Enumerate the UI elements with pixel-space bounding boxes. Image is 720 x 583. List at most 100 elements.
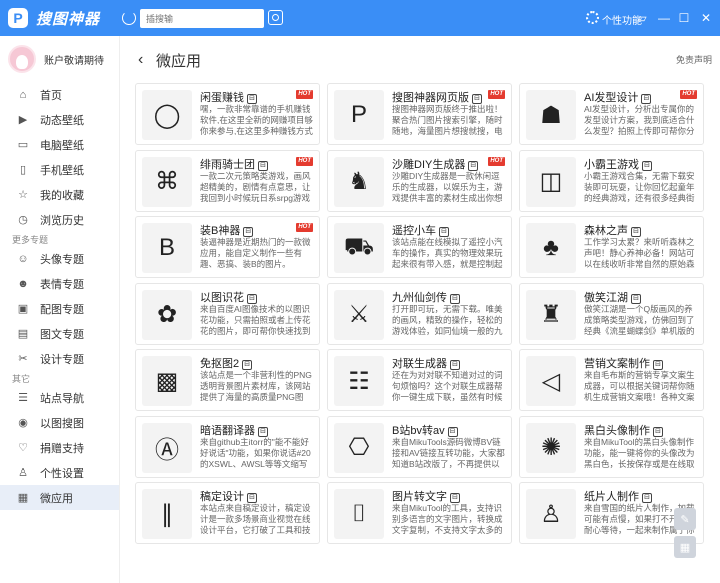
sidebar-item[interactable]: ☺ 头像专题 <box>0 246 119 271</box>
app-card-description: 嘿，一款非常靠谱的手机赚钱软件,在这里全新的网赚项目够你来参与,在这里多种赚钱方… <box>200 104 313 136</box>
app-card[interactable]: P 搜图神器网页版 ⊟ HOT 搜图神器网页版终于推出啦！聚合热门图片搜索引擎，随时随地… <box>327 83 512 145</box>
sidebar-item[interactable]: ▣ 配图专题 <box>0 296 119 321</box>
app-card-title: 小霸王游戏 ⊟ <box>584 156 652 172</box>
app-card[interactable]: B 装B神器 ⊟ HOT 装逼神器是近期热门的一款微应用，能自定义制作一些有趣、恶搞、装… <box>135 216 320 278</box>
sidebar-item[interactable]: ♙ 个性设置 <box>0 460 119 485</box>
app-card-title: AI发型设计 ⊟ <box>584 89 652 105</box>
star-icon: ☆ <box>18 189 28 201</box>
design-tools-icon: ∥ <box>142 489 192 539</box>
app-card[interactable]: Ⓐ 暗语翻译器 ⊟ 来自github主itorr的"能不能好好说话"功能，如果你说话#… <box>135 415 320 478</box>
app-card-name: 以图识花 <box>200 291 244 304</box>
app-tag-icon: ⊟ <box>447 426 458 437</box>
avatar[interactable] <box>8 45 36 73</box>
app-card[interactable]: ⎔ B站bv转av ⊟ 来自MikuTools源码微博BV链接和AV链接互转功能，大家… <box>327 415 512 478</box>
sidebar-item-label: 我的收藏 <box>40 189 84 202</box>
sidebar-item-label: 站点导航 <box>40 392 84 405</box>
sidebar-item[interactable]: ☆ 我的收藏 <box>0 182 119 207</box>
image-search-icon[interactable] <box>268 10 283 25</box>
app-card[interactable]: ◯ 闲蛋赚钱 ⊟ HOT 嘿，一款非常靠谱的手机赚钱软件,在这里全新的网赚项目够你来参与… <box>135 83 320 145</box>
app-card[interactable]: ⚔ 九州仙剑传 ⊟ 打开即可玩，无需下载。唯美的画风，精致的操作，轻松的游戏体验，如同… <box>327 282 512 345</box>
app-tag-icon: ⊟ <box>642 160 652 171</box>
maximize-icon[interactable]: ☐ <box>676 10 692 26</box>
app-tag-icon: ⊟ <box>641 94 652 104</box>
app-card-name: 九州仙剑传 <box>392 291 447 304</box>
sidebar-item[interactable]: ▶ 动态壁纸 <box>0 107 119 132</box>
sidebar-item[interactable]: ◷ 浏览历史 <box>0 207 119 232</box>
app-card-title: 营销文案制作 ⊟ <box>584 355 663 371</box>
disclaimer-link[interactable]: 免责声明 <box>676 53 712 66</box>
minimize-icon[interactable]: — <box>656 10 672 26</box>
blackwhite-icon: ✺ <box>526 422 576 473</box>
sidebar-item-label: 电脑壁纸 <box>40 139 84 152</box>
skin-icon[interactable]: ▱ <box>634 10 650 26</box>
sidebar-item[interactable]: ▦ 微应用 <box>0 485 119 510</box>
refresh-icon[interactable] <box>122 11 136 25</box>
section-more-topics: 更多专题 <box>12 234 49 245</box>
search-input[interactable] <box>140 9 264 28</box>
sidebar-item[interactable]: ☰ 站点导航 <box>0 385 119 410</box>
app-card-title: 装B神器 ⊟ <box>200 222 254 238</box>
app-card[interactable]: ▩ 免抠图2 ⊟ 该站点是一个非营利性的PNG透明背景图片素材库，该网站提供了海量的高… <box>135 349 320 411</box>
bilibili-icon: ⎔ <box>334 422 384 473</box>
app-card[interactable]: ♣ 森林之声 ⊟ 工作学习太累？来听听森林之声吧！静心养神必备！网站可以在线收听非常自… <box>519 216 704 278</box>
article-icon: ▤ <box>17 328 29 340</box>
app-card-description: 来自MikuTool的工具，支持识别多语言的文字图片，转换成文字复制，不支持文字… <box>392 503 503 535</box>
app-card-title: 黑白头像制作 ⊟ <box>584 422 663 438</box>
sidebar-item[interactable]: ⌂ 首页 <box>0 82 119 107</box>
sidebar-item[interactable]: ▤ 图文专题 <box>0 321 119 346</box>
hot-badge: HOT <box>296 156 313 166</box>
sidebar-item[interactable]: ♡ 捐赠支持 <box>0 435 119 460</box>
app-card[interactable]: ∥ 稿定设计 ⊟ 本站点来自稿定设计，稿定设计是一款多场景商业视觉在线设计平台，它打破… <box>135 482 320 544</box>
app-title: 搜图神器 <box>36 10 101 28</box>
sidebar-item[interactable]: ✂ 设计专题 <box>0 346 119 371</box>
back-button[interactable]: ‹ <box>138 51 143 69</box>
settings-gear-icon[interactable] <box>586 11 599 24</box>
app-card[interactable]: ⌷ 图片转文字 ⊟ 来自MikuTool的工具，支持识别多语言的文字图片，转换成文字复… <box>327 482 512 544</box>
page-title: 微应用 <box>156 53 202 70</box>
app-card[interactable]: ♞ 沙雕DIY生成器 ⊟ HOT 沙雕DIY生成器是一款休闲逗乐的生成器，以娱乐为主，游… <box>327 149 512 212</box>
gamepad-icon: ⌘ <box>142 156 192 207</box>
scroll-top-icon[interactable]: ▦ <box>674 536 696 558</box>
app-card[interactable]: ☷ 对联生成器 ⊟ 还在为对对联不知道对过的词句烦恼吗？这个对联生成器帮你一键生成下联… <box>327 349 512 411</box>
app-card-name: 绯雨骑士团 <box>200 158 255 171</box>
app-card[interactable]: ⌘ 绯雨骑士团 ⊟ HOT 一款二次元策略类游戏，画风超精美的，剧情有点意思，让我回到小… <box>135 149 320 212</box>
martial-icon: ♜ <box>526 289 576 340</box>
app-card-description: 该站点是一个非营利性的PNG透明背景图片素材库，该网站提供了海量的高质量PNG图… <box>200 370 312 402</box>
sidebar-item[interactable]: ◉ 以图搜图 <box>0 410 119 435</box>
sidebar-item[interactable]: ☻ 表情专题 <box>0 271 119 296</box>
sidebar-item[interactable]: ▭ 电脑壁纸 <box>0 132 119 157</box>
site-icon: ☰ <box>18 392 28 404</box>
app-card-name: B站bv转av <box>392 424 445 437</box>
monitor-icon: ▭ <box>17 139 29 151</box>
app-tag-icon: ⊟ <box>653 426 663 437</box>
video-icon: ▶ <box>18 114 28 126</box>
couplet-icon: ☷ <box>334 356 384 406</box>
feedback-icon[interactable]: ✎ <box>674 508 696 530</box>
app-card[interactable]: ✺ 黑白头像制作 ⊟ 来自MikuTool的黑白头像制作功能，能一键将你的头像改为黑白… <box>519 415 704 478</box>
app-tag-icon: ⊟ <box>258 160 268 171</box>
user-profile[interactable]: 账户敬请期待 <box>0 36 119 82</box>
app-card-description: 来自MikuTools源码微博BV链接和AV链接互转功能，大家都知道B站改版了，… <box>392 436 505 469</box>
app-card-description: 装逼神器是近期热门的一款微应用，能自定义制作一些有趣、恶搞、装B的图片。 <box>200 237 311 269</box>
app-card[interactable]: ⛟ 遥控小车 ⊟ 该站点能在线模拟了遥控小汽车的操作，真实的物理效果玩起来很有带入感，… <box>327 216 512 278</box>
sidebar-item-label: 设计专题 <box>40 353 84 366</box>
close-icon[interactable]: ✕ <box>698 10 714 26</box>
hot-badge: HOT <box>296 223 313 232</box>
app-card-name: 搜图神器网页版 <box>392 92 469 104</box>
app-card-title: 绯雨骑士团 ⊟ <box>200 156 268 172</box>
avatar-icon: ☺ <box>17 252 29 265</box>
app-card[interactable]: ☗ AI发型设计 ⊟ HOT AI发型设计，分析出专属你的发型设计方案，我到底适合什么发… <box>519 83 704 145</box>
app-card[interactable]: ♜ 傲笑江湖 ⊟ 傲笑江湖是一个Q版画风的养成策略类型游戏，仿佛回到了经典《流星蝴蝶剑… <box>519 282 704 345</box>
flower-icon: ✿ <box>142 289 192 340</box>
app-card-description: 还在为对对联不知道对过的词句烦恼吗？这个对联生成器帮你一键生成下联，虽然有时候对… <box>392 370 503 402</box>
app-tag-icon: ⊟ <box>642 493 652 503</box>
app-card[interactable]: ◁ 营销文案制作 ⊟ 来自毛布斯的营销专享文案生成器，可以根据关键词帮你随机生成营销文… <box>519 349 704 411</box>
username: 账户敬请期待 <box>44 55 104 67</box>
app-card[interactable]: ✿ 以图识花 ⊟ 来自百度AI图像技术的以图识花功能，只需拍照或者上传花花的图片，即可… <box>135 282 320 345</box>
section-other: 其它 <box>12 373 31 384</box>
sidebar-item-label: 手机壁纸 <box>40 164 84 177</box>
sidebar-item[interactable]: ▯ 手机壁纸 <box>0 157 119 182</box>
app-card-name: 遥控小车 <box>392 225 436 237</box>
emoji-icon: ☻ <box>17 277 29 290</box>
app-card[interactable]: ◫ 小霸王游戏 ⊟ 小霸王游戏合集，无需下载安装即可玩耍，让你回忆起童年的经典游戏，还… <box>519 149 704 212</box>
